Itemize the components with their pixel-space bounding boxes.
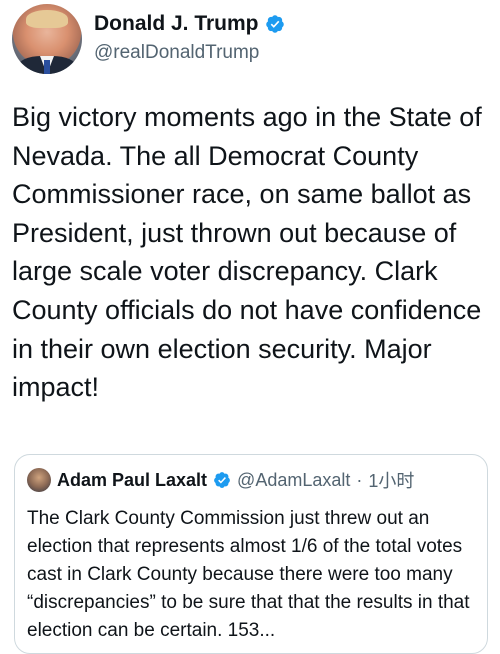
quoted-timestamp: 1小时 [368,471,415,491]
quoted-author-avatar [27,468,51,492]
avatar-hair [26,10,68,28]
author-avatar[interactable] [12,4,82,74]
verified-badge-icon [265,15,284,33]
author-handle[interactable]: @realDonaldTrump [94,42,285,64]
quoted-author-handle: @AdamLaxalt [237,469,351,490]
author-name-row: Donald J. Trump [94,12,285,36]
quoted-author-display-name: Adam Paul Laxalt [57,469,208,490]
quoted-tweet-text: The Clark County Commission just threw o… [27,508,470,641]
author-display-name[interactable]: Donald J. Trump [94,12,259,36]
tweet-header: Donald J. Trump @realDonaldTrump [12,4,488,76]
author-name-block: Donald J. Trump @realDonaldTrump [94,12,285,64]
quoted-separator: · [356,469,363,490]
avatar-tie [44,60,50,74]
quoted-tweet-card[interactable]: Adam Paul Laxalt @AdamLaxalt · 1小时 The C… [14,454,488,654]
quoted-verified-badge-icon [214,472,230,488]
tweet-text: Big victory moments ago in the State of … [12,102,482,403]
quoted-tweet-header: Adam Paul Laxalt @AdamLaxalt · 1小时 [27,467,414,493]
